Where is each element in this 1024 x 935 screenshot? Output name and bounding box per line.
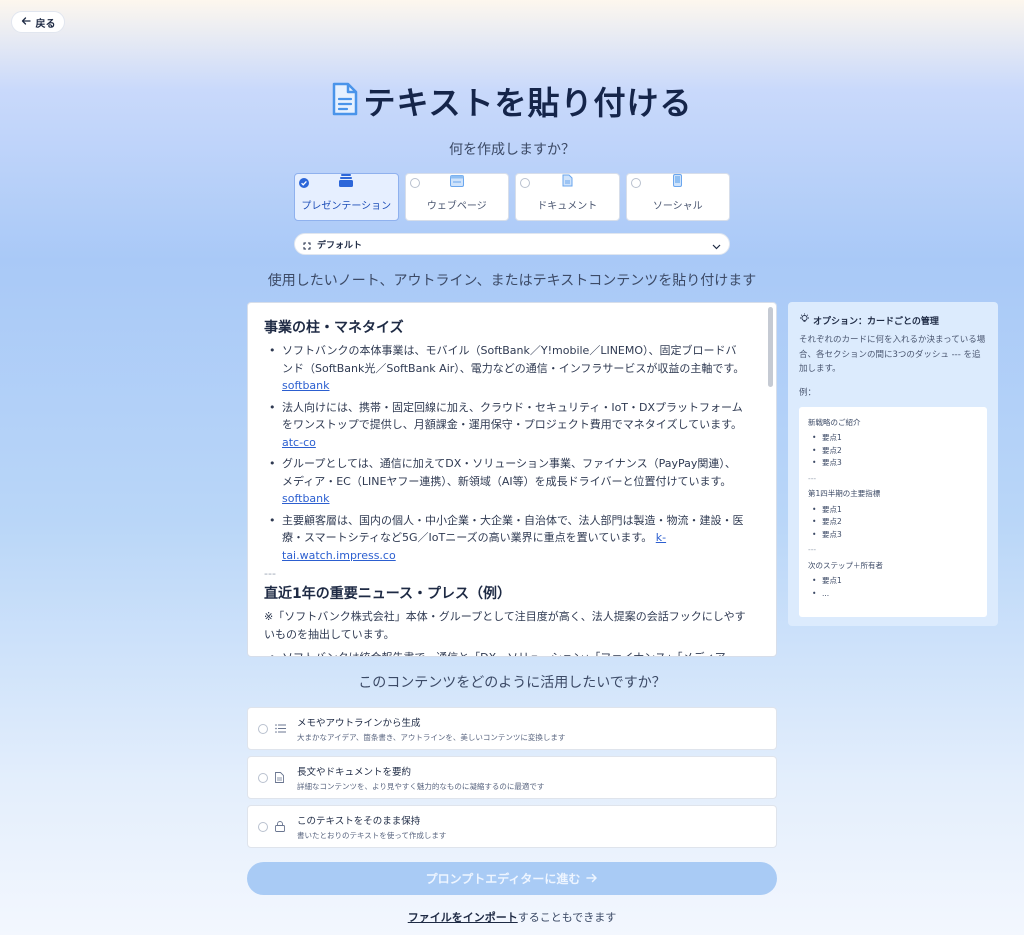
theme-value: デフォルト	[317, 240, 363, 251]
option-radio	[258, 723, 268, 734]
page-title: テキストを貼り付ける	[363, 84, 693, 122]
arrow-left-icon	[21, 16, 31, 29]
chevron-down-icon	[712, 235, 721, 254]
lock-icon	[275, 821, 287, 832]
source-link[interactable]: atc-co	[282, 436, 316, 449]
arrow-right-icon	[586, 872, 598, 886]
card-options-panel: オプション：カードごとの管理 それぞれのカードに何を入れるか決まっている場合、各…	[788, 302, 998, 626]
create-question: 何を作成しますか？	[449, 142, 575, 158]
lightbulb-icon	[799, 313, 810, 327]
type-radio	[520, 178, 530, 188]
option-description: 詳細なコンテンツを、より見やすく魅力的なものに凝縮するのに最適です	[297, 781, 545, 791]
continue-button[interactable]: プロンプトエディターに進む	[247, 862, 777, 895]
bullet-list: ソフトバンクの本体事業は、モバイル（SoftBank／Y!mobile／LINE…	[264, 342, 746, 564]
selected-check	[299, 178, 309, 188]
type-radio	[409, 178, 420, 188]
back-button[interactable]: 戻る	[11, 11, 65, 33]
back-label: 戻る	[35, 18, 56, 30]
usage-question: このコンテンツをどのように活用したいですか？	[358, 675, 666, 691]
section-heading: 事業の柱・マネタイズ	[264, 320, 404, 336]
option-preserve[interactable]: このテキストをそのまま保持 書いたとおりのテキストを使って作成します	[247, 805, 777, 848]
option-title: このテキストをそのまま保持	[297, 815, 421, 827]
example-item: 要点1	[808, 575, 978, 588]
import-row: ファイルをインポートすることもできます	[0, 909, 1024, 925]
card-separator: ---	[264, 567, 276, 580]
example-item: 要点1	[808, 504, 978, 517]
section-heading: 直近1年の重要ニュース・プレス（例）	[264, 586, 512, 602]
import-suffix: することもできます	[517, 911, 617, 924]
example-title: 第1四半期の主要指標	[808, 489, 881, 498]
bullet-list: ソフトバンクは統合報告書で、通信と「DX・ソリューション」「ファイナンス」「メデ…	[264, 649, 746, 656]
example-title: 新戦略のご紹介	[808, 417, 861, 427]
type-webpage[interactable]: ウェブページ	[404, 172, 509, 221]
type-presentation[interactable]: プレゼンテーション	[294, 173, 399, 221]
option-radio	[258, 821, 268, 832]
panel-description: それぞれのカードに何を入れるか決まっている場合、各セクションの間に3つのダッシュ…	[799, 335, 986, 374]
type-social[interactable]: ソーシャル	[625, 172, 730, 221]
example-item: 要点2	[808, 516, 978, 529]
option-summarize[interactable]: 長文やドキュメントを要約 詳細なコンテンツを、より見やすく魅力的なものに凝縮する…	[247, 756, 777, 799]
type-radio	[630, 178, 641, 188]
list-item: ソフトバンクの本体事業は、モバイル（SoftBank／Y!mobile／LINE…	[264, 342, 746, 395]
type-document[interactable]: ドキュメント	[515, 173, 620, 221]
list-item: グループとしては、通信に加えてDX・ソリューション事業、ファイナンス（PayPa…	[264, 455, 746, 508]
example-item: 要点3	[808, 457, 978, 470]
option-generate[interactable]: メモやアウトラインから生成 大まかなアイデア、箇条書き、アウトラインを、美しいコ…	[247, 707, 777, 750]
presentation-icon	[339, 172, 354, 191]
option-description: 書いたとおりのテキストを使って作成します	[297, 830, 447, 840]
list-icon	[275, 724, 287, 733]
continue-label: プロンプトエディターに進む	[425, 872, 581, 886]
type-label: ドキュメント	[537, 201, 598, 212]
option-description: 大まかなアイデア、箇条書き、アウトラインを、美しいコンテンツに変換します	[297, 732, 566, 742]
section-note: ※「ソフトバンク株式会社」本体・グループとして注目度が高く、法人提案の会話フック…	[264, 610, 746, 641]
example-item: ...	[808, 588, 978, 601]
text-editor[interactable]: 事業の柱・マネタイズ ソフトバンクの本体事業は、モバイル（SoftBank／Y!…	[247, 302, 777, 657]
panel-title: オプション：カードごとの管理	[813, 316, 939, 327]
source-link[interactable]: softbank	[282, 379, 330, 392]
example-item: 要点2	[808, 445, 978, 458]
theme-dropdown[interactable]: デフォルト	[294, 233, 730, 255]
example-separator: ---	[808, 545, 817, 554]
document-icon	[562, 172, 573, 191]
expand-icon	[303, 235, 311, 254]
editor-scrollbar[interactable]	[768, 307, 773, 387]
list-item: 法人向けには、携帯・固定回線に加え、クラウド・セキュリティ・IoT・DXプラット…	[264, 399, 746, 452]
import-file-link[interactable]: ファイルをインポート	[408, 911, 518, 924]
example-title: 次のステップ＋所有者	[808, 560, 883, 570]
list-item: 主要顧客層は、国内の個人・中小企業・大企業・自治体で、法人部門は製造・物流・建設…	[264, 512, 746, 565]
type-label: プレゼンテーション	[301, 201, 392, 212]
example-card: 新戦略のご紹介 要点1 要点2 要点3 --- 第1四半期の主要指標 要点1 要…	[799, 406, 987, 617]
document-icon	[331, 81, 359, 121]
document-icon	[275, 772, 287, 783]
example-separator: ---	[808, 473, 817, 483]
example-label: 例：	[799, 387, 817, 398]
type-label: ソーシャル	[652, 201, 703, 212]
content-type-selector: プレゼンテーション ウェブページ ドキュメント ソーシャル	[294, 173, 730, 221]
type-label: ウェブページ	[426, 201, 487, 212]
option-title: 長文やドキュメントを要約	[297, 766, 412, 778]
usage-options: メモやアウトラインから生成 大まかなアイデア、箇条書き、アウトラインを、美しいコ…	[247, 707, 777, 854]
list-item: ソフトバンクは統合報告書で、通信と「DX・ソリューション」「ファイナンス」「メデ…	[264, 649, 746, 656]
option-title: メモやアウトラインから生成	[297, 717, 421, 729]
example-item: 要点1	[808, 432, 978, 445]
paste-instruction: 使用したいノート、アウトライン、またはテキストコンテンツを貼り付けます	[267, 273, 757, 289]
example-item: 要点3	[808, 529, 978, 542]
source-link[interactable]: softbank	[282, 492, 330, 505]
page-header: テキストを貼り付ける	[0, 78, 1024, 124]
mobile-icon	[673, 172, 683, 191]
option-radio	[258, 772, 268, 783]
webpage-icon	[449, 172, 464, 191]
